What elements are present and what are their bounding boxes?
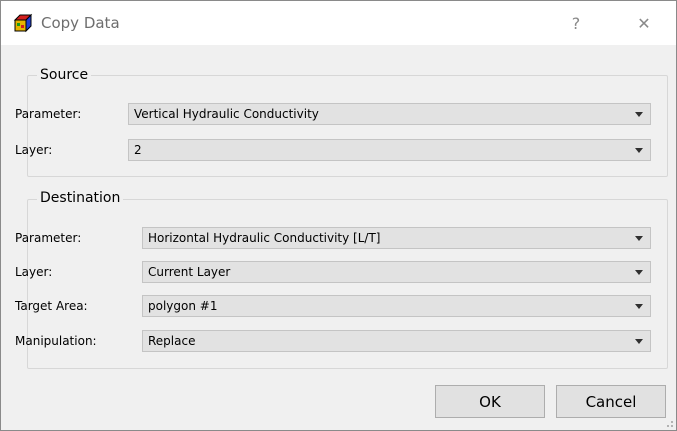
manipulation-select[interactable]: Replace — [142, 330, 651, 352]
resize-grip-icon[interactable] — [664, 418, 674, 428]
destination-group-title: Destination — [37, 190, 124, 206]
destination-layer-select[interactable]: Current Layer — [142, 261, 651, 283]
source-group-title: Source — [37, 67, 92, 83]
source-layer-value: 2 — [134, 143, 142, 157]
help-button[interactable]: ? — [561, 10, 591, 36]
destination-parameter-label: Parameter: — [15, 231, 82, 245]
destination-layer-value: Current Layer — [148, 265, 231, 279]
chevron-down-icon — [635, 270, 643, 275]
chevron-down-icon — [635, 236, 643, 241]
destination-parameter-value: Horizontal Hydraulic Conductivity [L/T] — [148, 231, 381, 245]
title-bar: Copy Data ? ✕ — [1, 1, 676, 45]
copy-data-dialog: Copy Data ? ✕ Source Parameter: Vertical… — [0, 0, 677, 431]
source-parameter-label: Parameter: — [15, 107, 82, 121]
manipulation-label: Manipulation: — [15, 334, 97, 348]
chevron-down-icon — [635, 304, 643, 309]
source-group — [27, 75, 668, 177]
destination-layer-label: Layer: — [15, 265, 53, 279]
source-parameter-select[interactable]: Vertical Hydraulic Conductivity — [128, 103, 651, 125]
source-parameter-value: Vertical Hydraulic Conductivity — [134, 107, 319, 121]
chevron-down-icon — [635, 112, 643, 117]
source-layer-select[interactable]: 2 — [128, 139, 651, 161]
help-icon: ? — [571, 13, 581, 33]
target-area-label: Target Area: — [15, 299, 88, 313]
chevron-down-icon — [635, 339, 643, 344]
close-button[interactable]: ✕ — [629, 10, 659, 36]
target-area-value: polygon #1 — [148, 299, 218, 313]
destination-parameter-select[interactable]: Horizontal Hydraulic Conductivity [L/T] — [142, 227, 651, 249]
colored-cube-icon — [13, 13, 33, 33]
manipulation-value: Replace — [148, 334, 196, 348]
dialog-title: Copy Data — [41, 14, 120, 32]
cancel-button[interactable]: Cancel — [556, 385, 666, 418]
target-area-select[interactable]: polygon #1 — [142, 295, 651, 317]
chevron-down-icon — [635, 148, 643, 153]
ok-button[interactable]: OK — [435, 385, 545, 418]
source-layer-label: Layer: — [15, 143, 53, 157]
close-icon: ✕ — [637, 13, 651, 33]
